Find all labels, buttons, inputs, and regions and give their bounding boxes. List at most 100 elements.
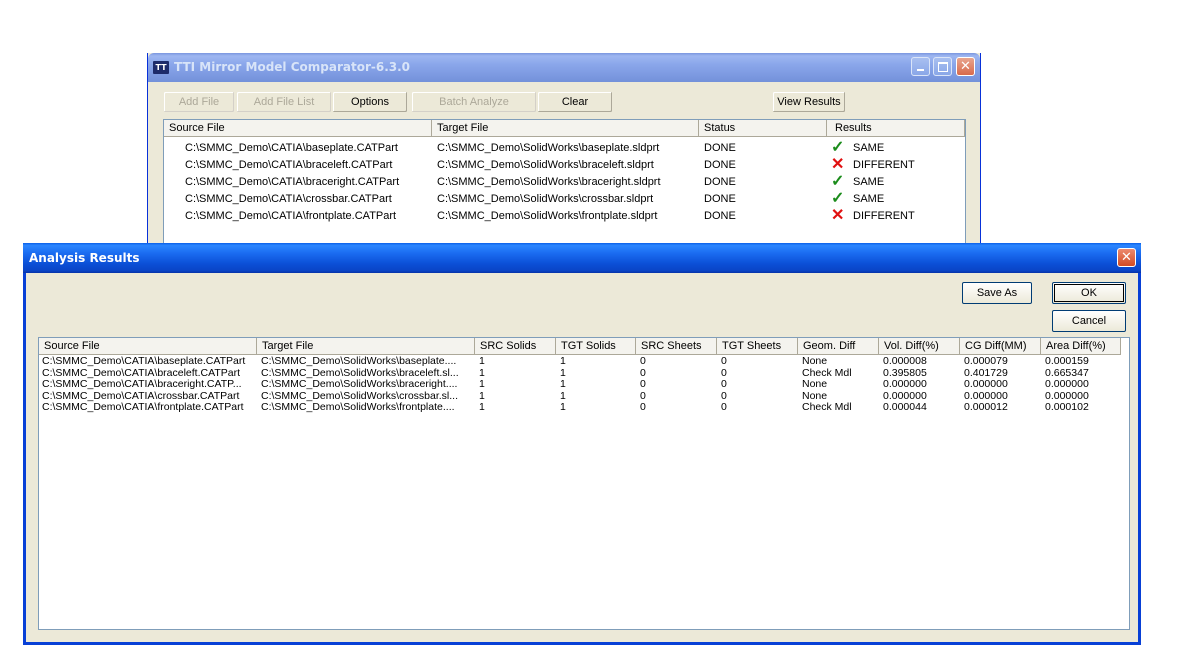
file-row-status: DONE — [704, 210, 736, 222]
cell-cg-diff: 0.000000 — [964, 389, 1008, 402]
results-close-button[interactable]: ✕ — [1117, 248, 1136, 267]
cross-icon: ✕ — [831, 156, 845, 173]
cell-source-file: C:\SMMC_Demo\CATIA\baseplate.CATPart — [42, 355, 246, 367]
file-row-result: SAME — [853, 142, 885, 154]
column-header-vol-diff[interactable]: Vol. Diff(%) — [879, 338, 960, 355]
cell-target-file: C:\SMMC_Demo\SolidWorks\braceright.... — [261, 378, 458, 390]
close-icon: ✕ — [960, 59, 971, 74]
column-header-status[interactable]: Status — [699, 120, 827, 137]
cell-cg-diff: 0.000000 — [964, 378, 1008, 390]
cell-area-diff: 0.000000 — [1045, 389, 1089, 402]
column-header-results[interactable]: Results — [827, 120, 965, 137]
column-header-geom-diff[interactable]: Geom. Diff — [798, 338, 879, 355]
cell-tgt-sheets: 0 — [721, 378, 727, 390]
cell-area-diff: 0.000102 — [1045, 401, 1089, 413]
cell-geom-diff: Check Mdl — [802, 401, 852, 413]
cell-vol-diff: 0.000000 — [883, 378, 927, 390]
result-row[interactable]: C:\SMMC_Demo\CATIA\braceright.CATP... C:\… — [39, 378, 1127, 390]
view-results-button[interactable]: View Results — [772, 91, 846, 113]
file-row-result: SAME — [853, 176, 885, 188]
cell-tgt-solids: 1 — [560, 366, 566, 379]
cell-src-sheets: 0 — [640, 366, 646, 379]
cell-src-solids: 1 — [479, 401, 485, 413]
cell-src-solids: 1 — [479, 389, 485, 402]
app-logo-icon: TT — [153, 61, 169, 74]
cell-tgt-sheets: 0 — [721, 355, 727, 367]
analysis-results-window: Analysis Results ✕ Save As OK Cancel Sou… — [23, 243, 1141, 645]
close-button[interactable]: ✕ — [956, 57, 975, 76]
file-row-target: C:\SMMC_Demo\SolidWorks\baseplate.sldprt — [437, 142, 660, 154]
file-row-source: C:\SMMC_Demo\CATIA\braceleft.CATPart — [185, 159, 393, 171]
column-header-source-file[interactable]: Source File — [39, 338, 257, 355]
cell-src-solids: 1 — [479, 378, 485, 390]
cell-source-file: C:\SMMC_Demo\CATIA\frontplate.CATPart — [42, 401, 244, 413]
check-icon: ✓ — [831, 173, 845, 190]
result-row[interactable]: C:\SMMC_Demo\CATIA\baseplate.CATPart C:\S… — [39, 355, 1127, 367]
cell-tgt-sheets: 0 — [721, 366, 727, 379]
cell-tgt-solids: 1 — [560, 401, 566, 413]
save-as-button[interactable]: Save As — [962, 282, 1032, 304]
column-header-target[interactable]: Target File — [432, 120, 699, 137]
analysis-results-title: Analysis Results — [29, 251, 140, 265]
file-row-status: DONE — [704, 159, 736, 171]
add-file-button[interactable]: Add File — [163, 91, 235, 113]
cell-area-diff: 0.000000 — [1045, 378, 1089, 390]
cell-area-diff: 0.000159 — [1045, 355, 1089, 367]
cell-vol-diff: 0.000008 — [883, 355, 927, 367]
cell-target-file: C:\SMMC_Demo\SolidWorks\frontplate.... — [261, 401, 455, 413]
cell-target-file: C:\SMMC_Demo\SolidWorks\baseplate.... — [261, 355, 457, 367]
column-header-source[interactable]: Source File — [164, 120, 432, 137]
file-row-result: DIFFERENT — [853, 210, 915, 222]
cell-geom-diff: None — [802, 378, 828, 390]
cell-geom-diff: None — [802, 355, 828, 367]
cell-tgt-solids: 1 — [560, 378, 566, 390]
column-header-target-file[interactable]: Target File — [257, 338, 475, 355]
cell-src-sheets: 0 — [640, 378, 646, 390]
batch-analyze-button[interactable]: Batch Analyze — [411, 91, 537, 113]
cell-vol-diff: 0.000000 — [883, 389, 927, 402]
cell-tgt-solids: 1 — [560, 389, 566, 402]
comparator-window: TT TTI Mirror Model Comparator-6.3.0 ✕ A… — [147, 53, 981, 253]
file-row-source: C:\SMMC_Demo\CATIA\baseplate.CATPart — [185, 142, 398, 154]
cell-geom-diff: None — [802, 389, 828, 402]
add-file-list-button[interactable]: Add File List — [236, 91, 332, 113]
maximize-button[interactable] — [933, 57, 952, 76]
cell-target-file: C:\SMMC_Demo\SolidWorks\crossbar.sl... — [261, 389, 459, 402]
file-row-target: C:\SMMC_Demo\SolidWorks\crossbar.sldprt — [437, 193, 654, 205]
column-header-src-solids[interactable]: SRC Solids — [475, 338, 556, 355]
cell-vol-diff: 0.000044 — [883, 401, 927, 413]
clear-button[interactable]: Clear — [537, 91, 613, 113]
column-header-cg-diff[interactable]: CG Diff(MM) — [960, 338, 1041, 355]
file-row-result: SAME — [853, 193, 885, 205]
file-list[interactable]: Source File Target File Status Results C… — [163, 119, 966, 253]
cell-cg-diff: 0.000012 — [964, 401, 1008, 413]
results-table[interactable]: Source File Target File SRC Solids TGT S… — [38, 337, 1130, 630]
options-button[interactable]: Options — [332, 91, 408, 113]
cell-cg-diff: 0.401729 — [964, 366, 1008, 379]
file-row-source: C:\SMMC_Demo\CATIA\frontplate.CATPart — [185, 210, 397, 222]
cell-source-file: C:\SMMC_Demo\CATIA\braceright.CATP... — [42, 378, 242, 390]
result-row[interactable]: C:\SMMC_Demo\CATIA\crossbar.CATPart C:\SM… — [39, 390, 1127, 402]
cell-src-sheets: 0 — [640, 389, 646, 402]
column-header-tgt-sheets[interactable]: TGT Sheets — [717, 338, 798, 355]
result-row[interactable]: C:\SMMC_Demo\CATIA\frontplate.CATPart C:\… — [39, 401, 1127, 413]
column-header-area-diff[interactable]: Area Diff(%) — [1041, 338, 1121, 355]
file-row-result: DIFFERENT — [853, 159, 915, 171]
ok-button[interactable]: OK — [1052, 282, 1126, 304]
cell-target-file: C:\SMMC_Demo\SolidWorks\braceleft.sl... — [261, 366, 459, 379]
cross-icon: ✕ — [831, 207, 845, 224]
column-header-tgt-solids[interactable]: TGT Solids — [556, 338, 636, 355]
cell-tgt-solids: 1 — [560, 355, 566, 367]
result-row[interactable]: C:\SMMC_Demo\CATIA\braceleft.CATPart C:\S… — [39, 367, 1127, 379]
minimize-button[interactable] — [911, 57, 930, 76]
column-header-src-sheets[interactable]: SRC Sheets — [636, 338, 717, 355]
file-row[interactable]: C:\SMMC_Demo\CATIA\frontplate.CATPart C:\… — [164, 207, 964, 227]
cancel-button[interactable]: Cancel — [1052, 310, 1126, 332]
file-row-status: DONE — [704, 142, 736, 154]
comparator-titlebar[interactable]: TT TTI Mirror Model Comparator-6.3.0 ✕ — [148, 53, 980, 82]
check-icon: ✓ — [831, 190, 845, 207]
cell-source-file: C:\SMMC_Demo\CATIA\crossbar.CATPart — [42, 389, 240, 402]
cell-src-solids: 1 — [479, 366, 485, 379]
cell-tgt-sheets: 0 — [721, 389, 727, 402]
analysis-results-titlebar[interactable]: Analysis Results ✕ — [23, 243, 1141, 273]
